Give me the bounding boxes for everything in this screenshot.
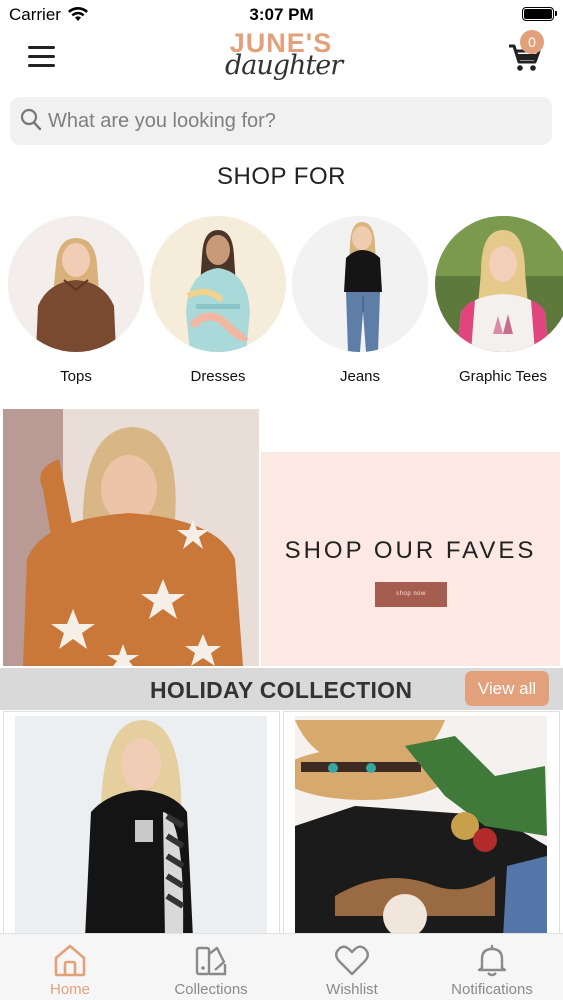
category-label: Jeans (339, 368, 381, 385)
tab-label: Collections (174, 981, 248, 998)
tab-collections[interactable]: Collections (141, 934, 281, 1000)
search-icon (20, 108, 42, 131)
view-all-button[interactable]: View all (465, 671, 549, 706)
bell-icon (477, 944, 507, 977)
category-graphic-tees-image (435, 216, 563, 352)
category-graphic-tees[interactable]: Graphic Tees (435, 216, 563, 385)
banner-photo (3, 409, 259, 666)
category-tops[interactable]: Tops (8, 216, 144, 385)
tab-label: Home (49, 981, 90, 998)
banner-panel: SHOP OUR FAVES shop now (261, 452, 560, 666)
battery-icon (522, 7, 557, 21)
home-icon (54, 944, 86, 977)
category-tops-image (8, 216, 144, 352)
cart-count-badge: 0 (520, 30, 544, 54)
shop-for-heading: SHOP FOR (217, 163, 346, 190)
product-image (295, 716, 547, 935)
product-card[interactable] (283, 711, 560, 936)
collections-icon (195, 946, 227, 976)
tab-notifications[interactable]: Notifications (422, 934, 562, 1000)
heart-icon (335, 945, 369, 976)
category-label: Graphic Tees (458, 368, 548, 385)
tab-wishlist[interactable]: Wishlist (282, 934, 422, 1000)
category-label: Tops (60, 368, 92, 385)
holiday-collection-header: HOLIDAY COLLECTION View all (0, 668, 563, 710)
clock: 3:07 PM (249, 5, 314, 24)
brand-logo[interactable]: JUNE'S daughter (225, 28, 343, 88)
search-bar[interactable] (10, 97, 552, 145)
banner-heading: SHOP OUR FAVES (284, 537, 537, 564)
holiday-collection-title: HOLIDAY COLLECTION (150, 677, 413, 703)
tab-label: Wishlist (326, 981, 378, 998)
menu-button[interactable] (28, 46, 56, 68)
category-dresses[interactable]: Dresses (150, 216, 286, 385)
status-bar: Carrier 3:07 PM (0, 0, 563, 30)
tab-home[interactable]: Home (0, 934, 140, 1000)
product-image (15, 716, 267, 935)
category-label: Dresses (190, 368, 246, 385)
category-dresses-image (150, 216, 286, 352)
category-jeans-image (292, 216, 428, 352)
shop-now-button[interactable]: shop now (375, 582, 447, 607)
logo-wordmark-script: daughter (225, 50, 343, 81)
shop-our-faves-banner[interactable]: SHOP OUR FAVES shop now (3, 409, 560, 666)
category-jeans[interactable]: Jeans (292, 216, 428, 385)
bottom-tab-bar: Home Collections Wishlist Notifications (0, 933, 563, 1000)
search-input[interactable] (48, 97, 538, 145)
product-card[interactable] (3, 711, 280, 936)
tab-label: Notifications (451, 981, 533, 998)
